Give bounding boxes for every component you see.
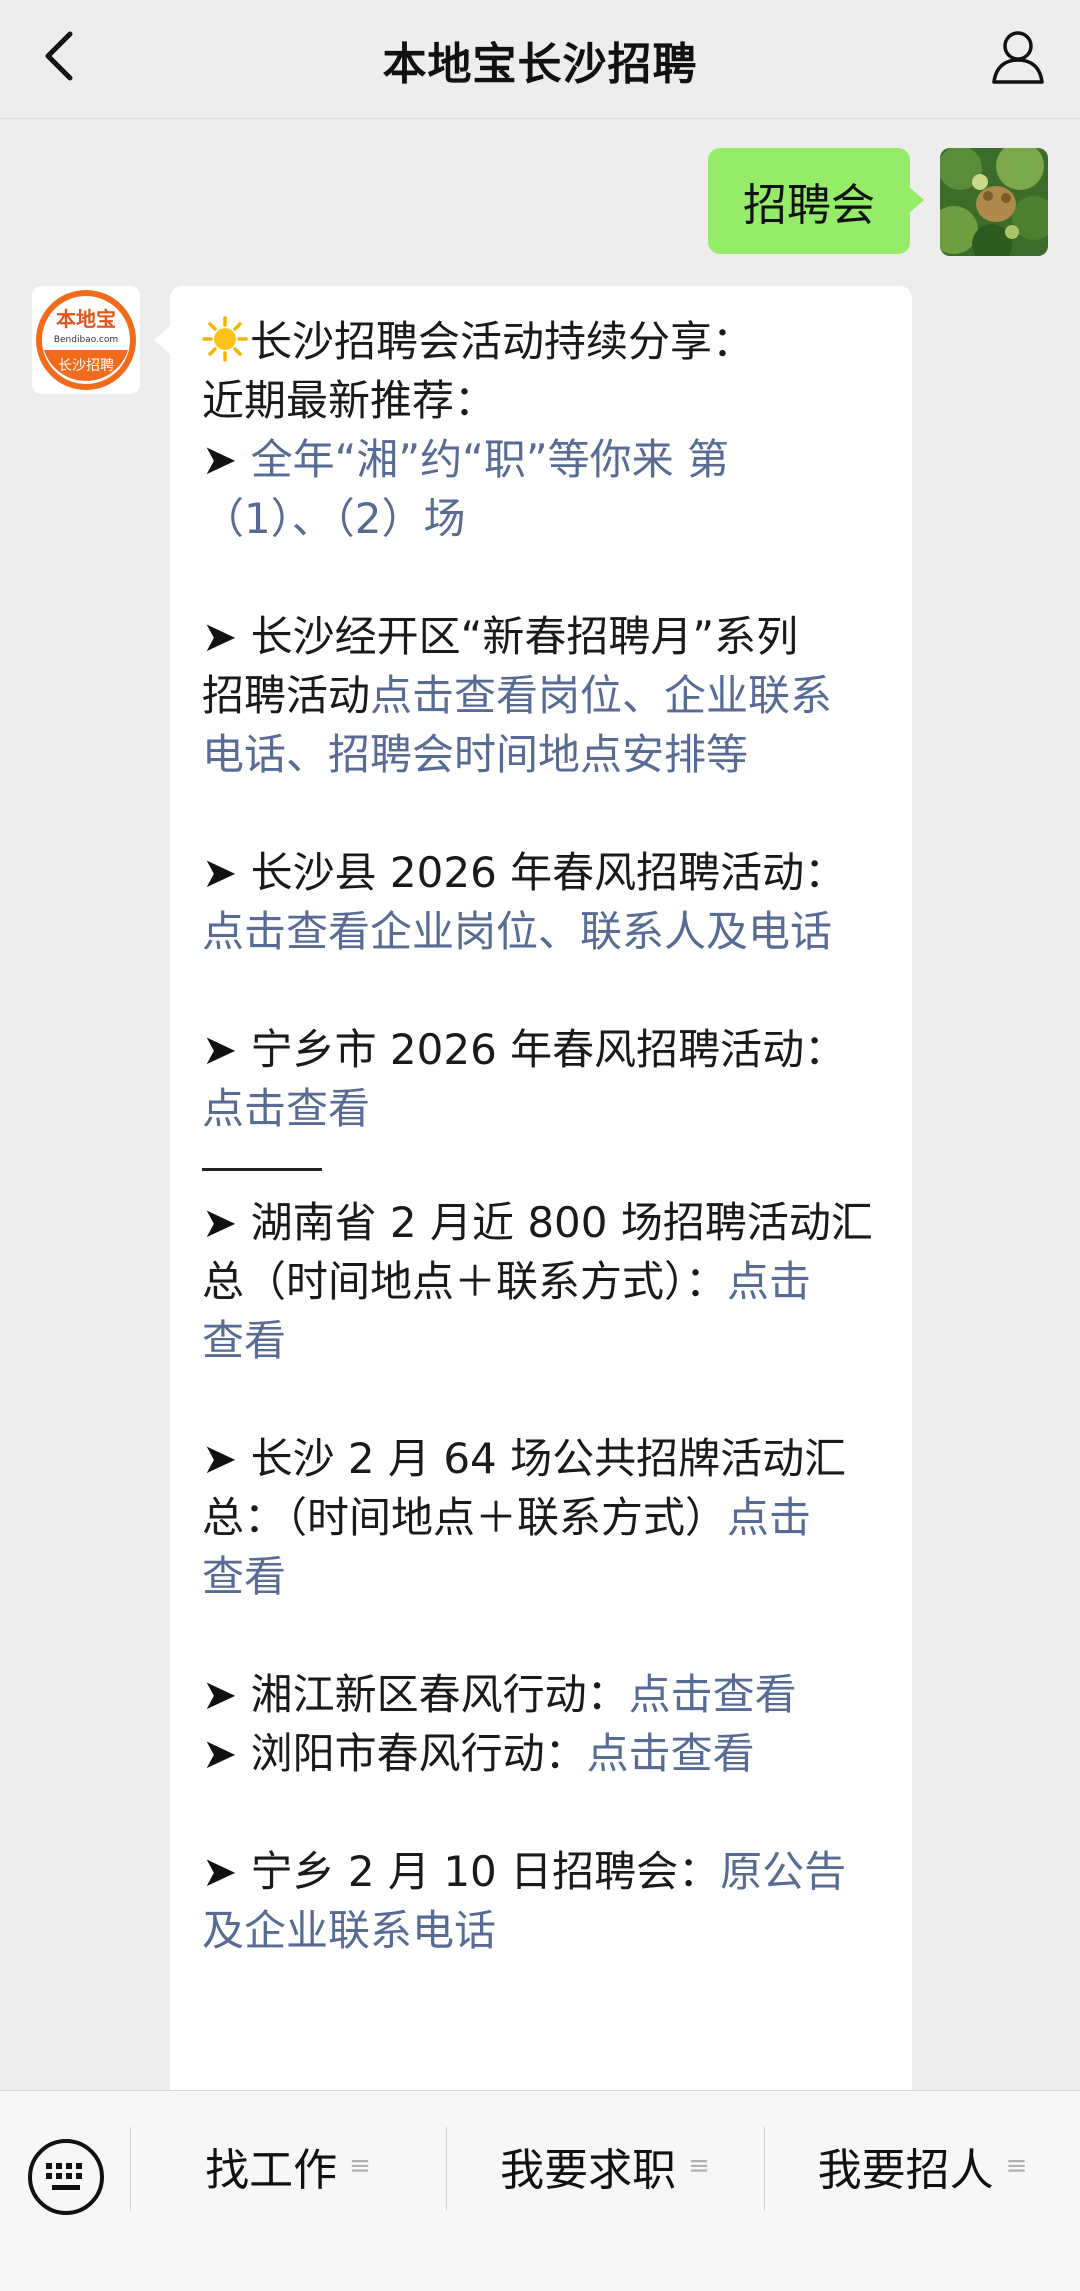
link-liuyang[interactable]: 点击查看 <box>587 1729 755 1778</box>
sun-emoji-icon <box>202 316 248 362</box>
menu-seek-job[interactable]: 我要求职 ≡ <box>447 2091 763 2241</box>
top-bar: 本地宝长沙招聘 <box>0 0 1080 119</box>
link-hunan[interactable]: 点击 <box>727 1257 811 1306</box>
menu-seek-job-label: 我要求职 <box>500 2145 677 2196</box>
arrow-icon: ➤ <box>202 1847 238 1896</box>
arrow-icon: ➤ <box>202 1434 238 1483</box>
item-liuyang-text: 浏阳市春风行动： <box>250 1729 587 1778</box>
link-jingkaiqu-positions-2[interactable]: 电话、招聘会时间地点安排等 <box>202 730 748 779</box>
arrow-icon: ➤ <box>202 1025 238 1074</box>
item-hunan-text-2: 总（时间地点＋联系方式）： <box>202 1257 728 1306</box>
keyboard-toggle-icon[interactable] <box>24 2135 108 2219</box>
menu-find-job[interactable]: 找工作 ≡ <box>131 2091 445 2241</box>
submenu-lines-icon: ≡ <box>349 2151 371 2181</box>
menu-hire[interactable]: 我要招人 ≡ <box>765 2091 1080 2241</box>
bendibao-logo: 本地宝 Bendibao.com 长沙招聘 <box>32 286 140 394</box>
chat-area[interactable]: 招聘会 本地宝 Bendibao.com 长沙招聘 长沙招聘会活动持续分享： 近… <box>0 118 1080 2090</box>
separator-line <box>202 1168 322 1171</box>
item-jingkaiqu-text: 长沙经开区“新春招聘月”系列 <box>250 612 799 661</box>
link-changsha[interactable]: 点击 <box>727 1493 811 1542</box>
item-changsha-text-2: 总：（时间地点＋联系方式） <box>202 1493 728 1542</box>
svg-text:本地宝: 本地宝 <box>56 307 116 331</box>
arrow-icon: ➤ <box>202 848 238 897</box>
incoming-message-bubble: 长沙招聘会活动持续分享： 近期最新推荐： ➤ 全年“湘”约“职”等你来 第 （1… <box>154 286 912 2090</box>
link-hunan-2[interactable]: 查看 <box>202 1316 286 1365</box>
menu-find-job-label: 找工作 <box>205 2145 338 2196</box>
link-ningxiang-announcement[interactable]: 原公告 <box>720 1847 846 1896</box>
link-changshaxian[interactable]: 点击查看企业岗位、联系人及电话 <box>202 907 832 956</box>
item-ningxiang-feb-text: 宁乡 2 月 10 日招聘会： <box>250 1847 721 1896</box>
arrow-icon: ➤ <box>202 1198 238 1247</box>
item-jingkaiqu-text-2: 招聘活动 <box>202 671 371 720</box>
profile-icon[interactable] <box>986 24 1050 88</box>
user-avatar[interactable] <box>940 148 1048 256</box>
link-xiang-yue-zhi-sessions[interactable]: （1）、（2）场 <box>202 494 465 543</box>
link-jingkaiqu-positions[interactable]: 点击查看岗位、企业联系 <box>370 671 832 720</box>
submenu-lines-icon: ≡ <box>1005 2151 1028 2181</box>
arrow-icon: ➤ <box>202 1670 238 1719</box>
svg-text:Bendibao.com: Bendibao.com <box>54 335 118 345</box>
menu-hire-label: 我要招人 <box>817 2145 994 2196</box>
item-xiangjiang-text: 湘江新区春风行动： <box>250 1670 629 1719</box>
item-changsha-text: 长沙 2 月 64 场公共招牌活动汇 <box>250 1434 847 1483</box>
item-changshaxian-text: 长沙县 2026 年春风招聘活动： <box>250 848 847 897</box>
message-content: 长沙招聘会活动持续分享： 近期最新推荐： ➤ 全年“湘”约“职”等你来 第 （1… <box>202 312 882 1960</box>
arrow-icon: ➤ <box>202 612 238 661</box>
item-hunan-text: 湖南省 2 月近 800 场招聘活动汇 <box>250 1198 873 1247</box>
page-title: 本地宝长沙招聘 <box>382 39 698 90</box>
message-subtitle: 近期最新推荐： <box>202 376 497 425</box>
item-ningxiang-text: 宁乡市 2026 年春风招聘活动： <box>250 1025 847 1074</box>
bot-avatar[interactable]: 本地宝 Bendibao.com 长沙招聘 <box>32 286 140 394</box>
link-xiang-yue-zhi[interactable]: 全年“湘”约“职”等你来 第 <box>251 435 729 484</box>
svg-text:长沙招聘: 长沙招聘 <box>58 358 114 374</box>
link-xiangjiang[interactable]: 点击查看 <box>629 1670 797 1719</box>
link-ningxiang[interactable]: 点击查看 <box>202 1084 370 1133</box>
arrow-icon: ➤ <box>202 435 238 484</box>
link-changsha-2[interactable]: 查看 <box>202 1552 286 1601</box>
bottom-menu-bar: 找工作 ≡ 我要求职 ≡ 我要招人 ≡ <box>0 2090 1080 2291</box>
message-title: 长沙招聘会活动持续分享： <box>250 317 755 366</box>
arrow-icon: ➤ <box>202 1729 238 1778</box>
submenu-lines-icon: ≡ <box>688 2151 710 2181</box>
outgoing-message-bubble[interactable]: 招聘会 <box>708 148 924 254</box>
link-ningxiang-announcement-2[interactable]: 及企业联系电话 <box>202 1906 496 1955</box>
